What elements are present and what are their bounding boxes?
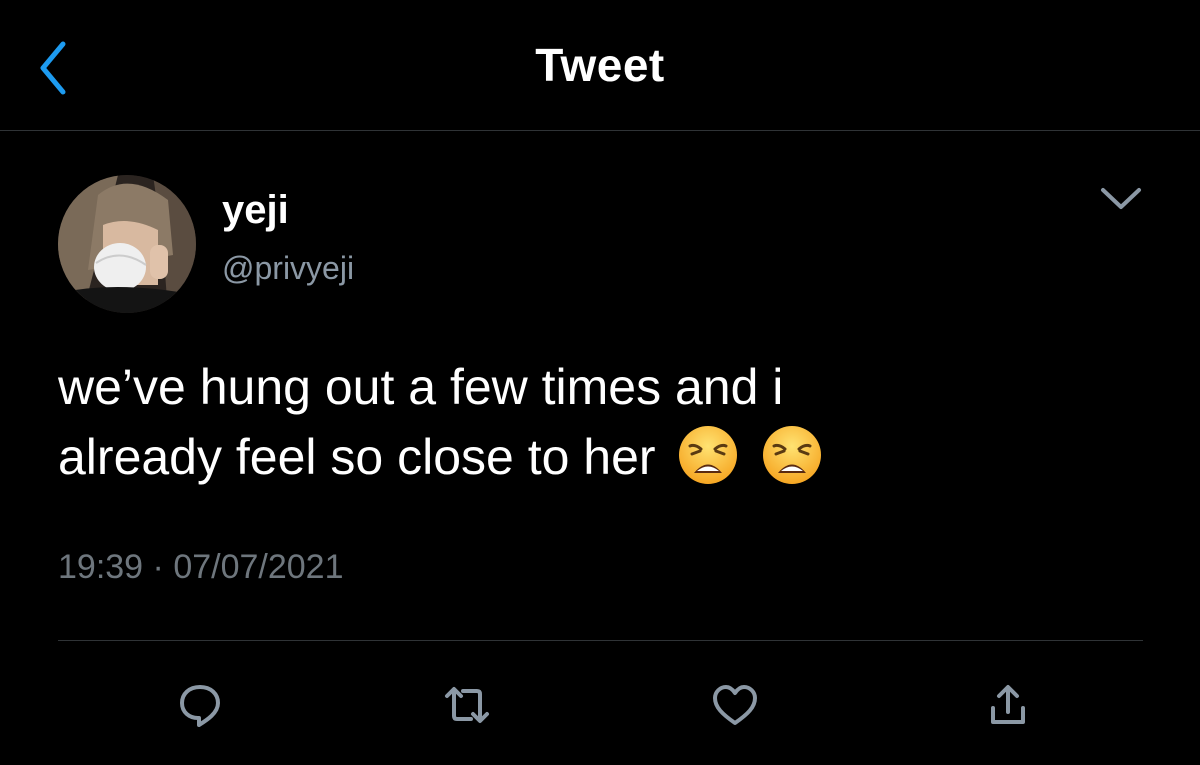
like-icon <box>713 685 757 725</box>
reply-button[interactable] <box>170 680 230 730</box>
retweet-button[interactable] <box>437 680 497 730</box>
reply-icon <box>180 685 220 727</box>
weary-face-emoji <box>761 424 823 504</box>
divider <box>58 640 1143 641</box>
profile-photo <box>58 175 196 313</box>
display-name[interactable]: yeji <box>222 188 289 233</box>
page-title: Tweet <box>535 39 665 91</box>
share-icon <box>991 685 1025 724</box>
top-bar: Tweet <box>0 0 1200 131</box>
tweet-menu-button[interactable] <box>1096 178 1146 218</box>
tweet-text-segment: already feel so close to her <box>58 429 656 485</box>
weary-face-emoji <box>677 424 739 504</box>
tweet-time: 19:39 <box>58 548 144 586</box>
retweet-icon <box>445 687 489 723</box>
like-button[interactable] <box>705 680 765 730</box>
timestamp-separator: · <box>152 548 164 586</box>
share-button[interactable] <box>978 680 1038 730</box>
chevron-down-icon <box>1101 188 1141 209</box>
user-handle[interactable]: @privyeji <box>222 250 354 287</box>
tweet-text-line: already feel so close to her <box>58 422 1158 504</box>
avatar[interactable] <box>58 175 196 313</box>
tweet-timestamp[interactable]: 19:39 · 07/07/2021 <box>58 548 344 587</box>
tweet-text: we’ve hung out a few times and i already… <box>58 352 1158 504</box>
tweet-date: 07/07/2021 <box>173 548 344 586</box>
tweet-text-line: we’ve hung out a few times and i <box>58 359 784 415</box>
